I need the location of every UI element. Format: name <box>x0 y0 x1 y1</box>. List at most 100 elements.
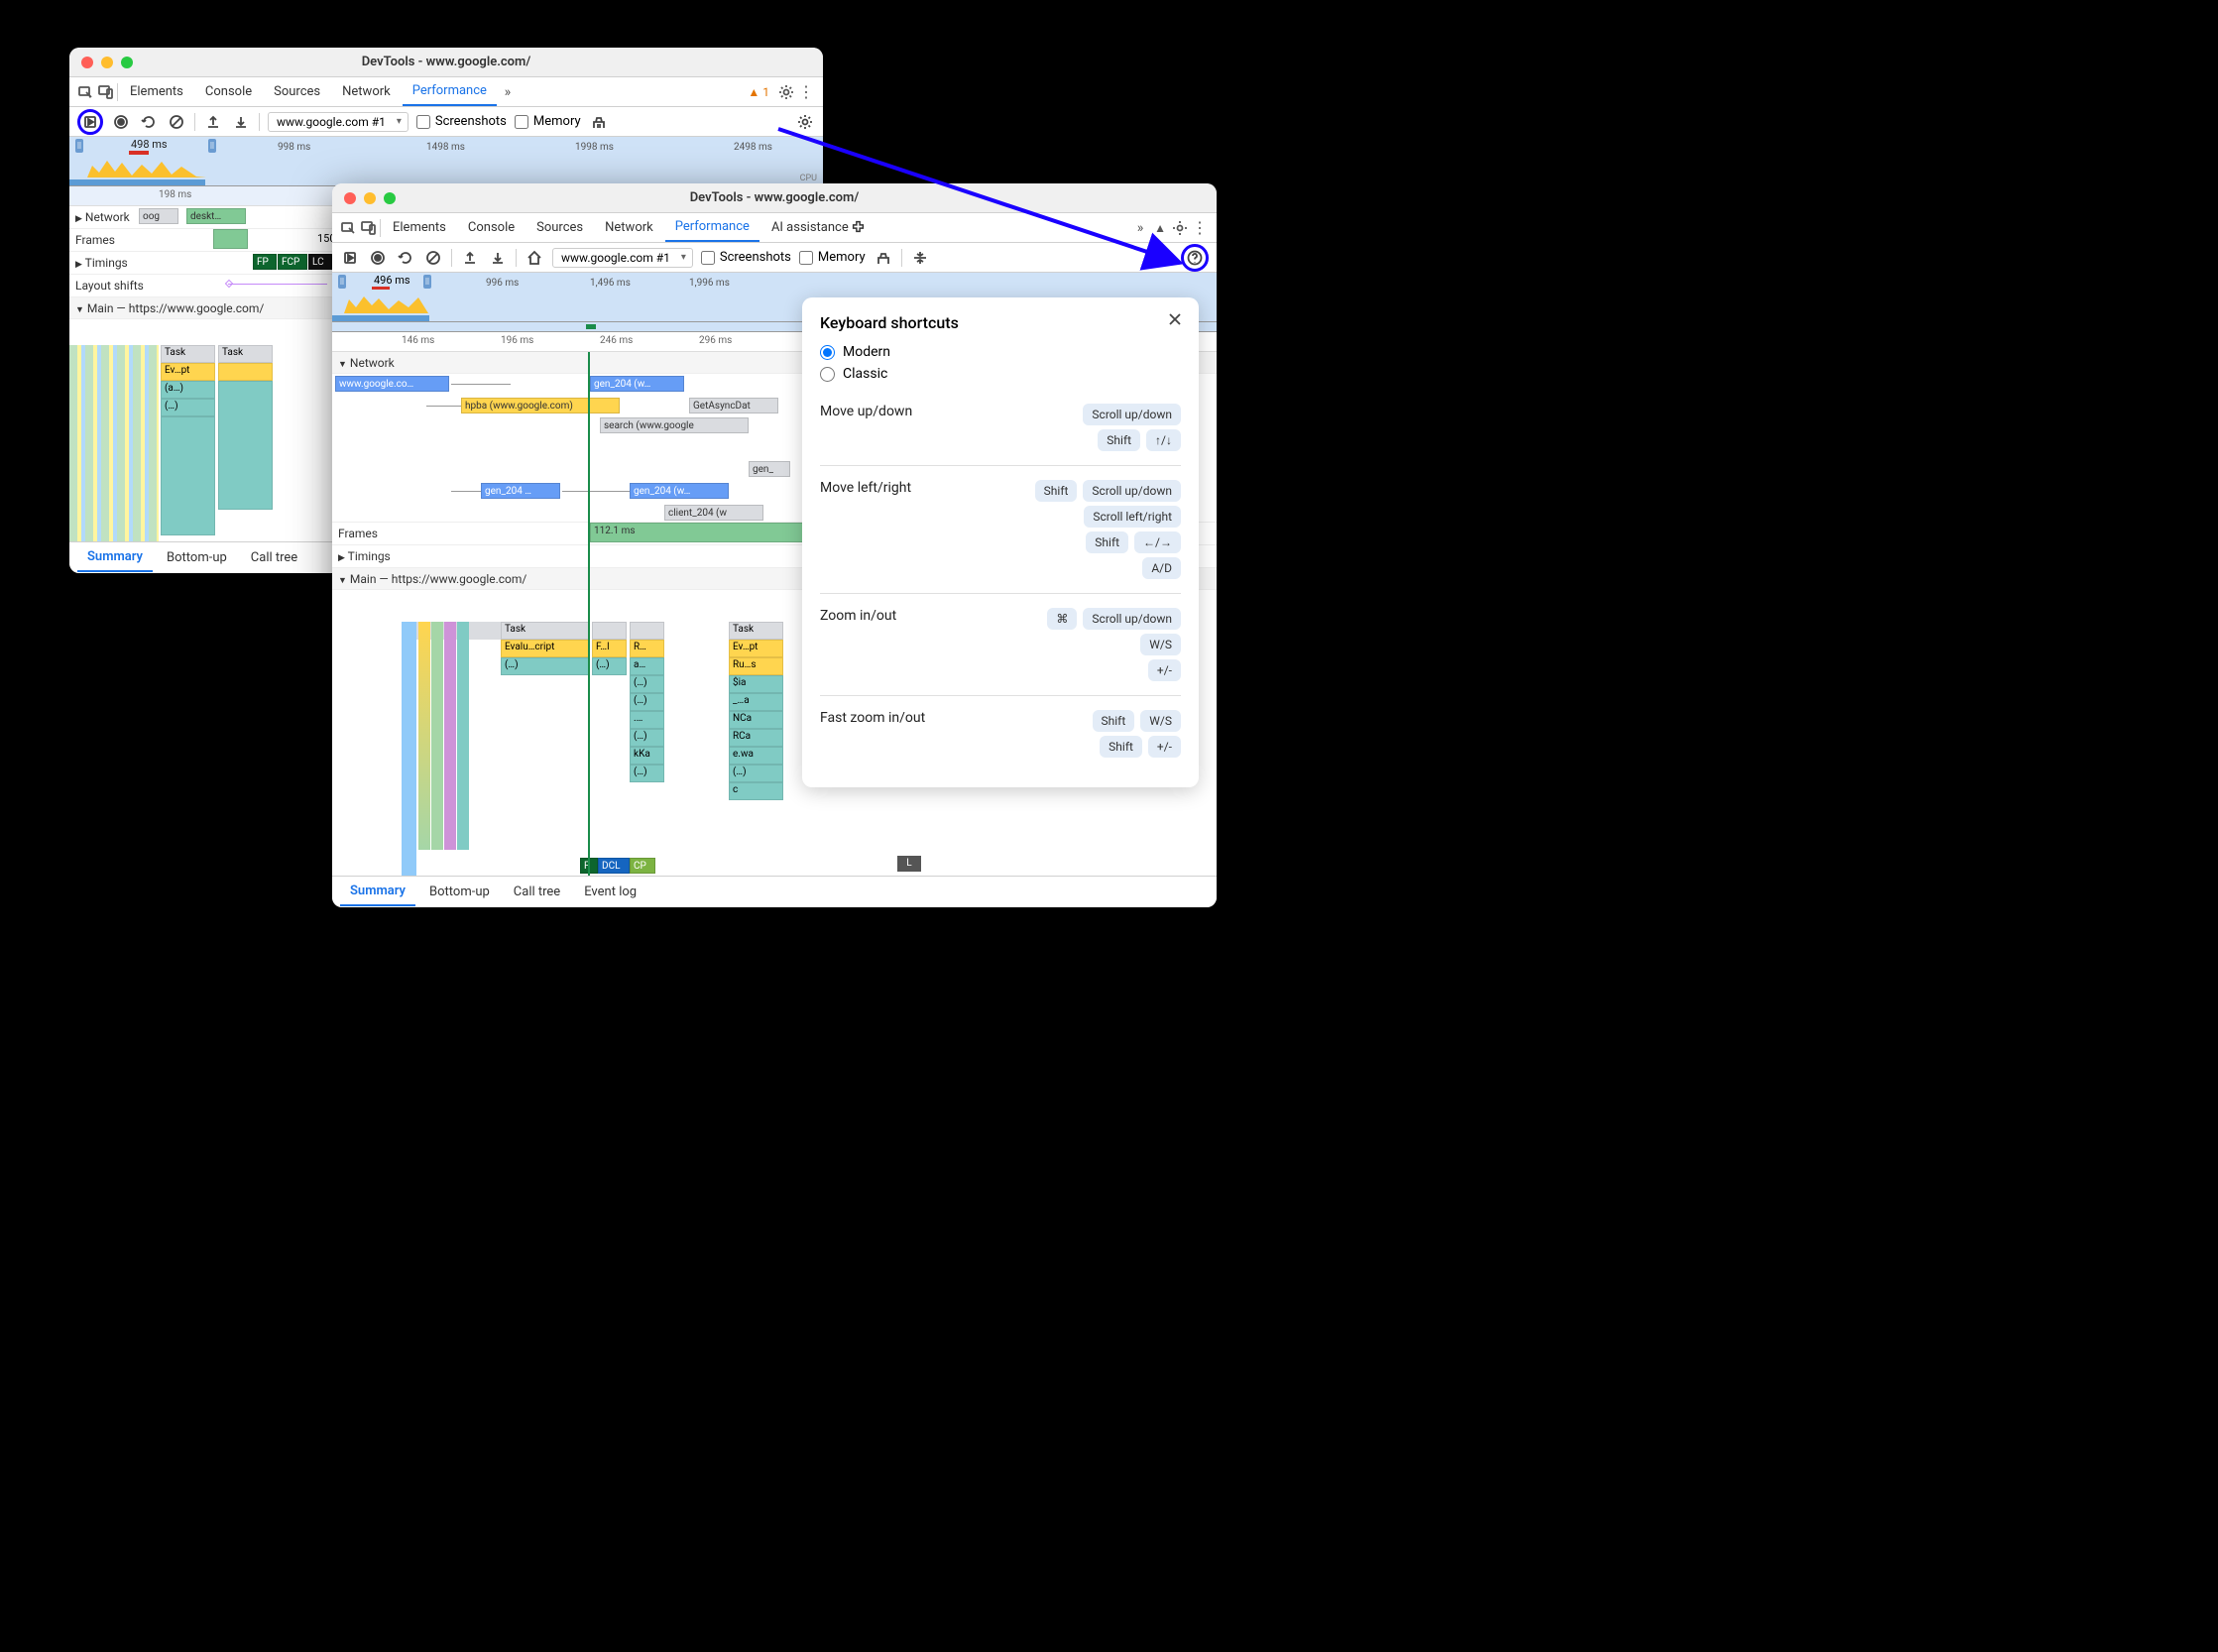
footer-bottomup[interactable]: Bottom-up <box>419 879 500 905</box>
flame-cell[interactable]: (…) <box>630 675 664 693</box>
collect-garbage-icon[interactable] <box>874 248 893 268</box>
tab-sources[interactable]: Sources <box>264 78 330 105</box>
flame-cell[interactable]: Ru…s <box>729 657 783 675</box>
close-window-button[interactable] <box>81 57 93 68</box>
footer-summary[interactable]: Summary <box>77 543 153 572</box>
flame-cell[interactable]: .… <box>630 711 664 729</box>
recording-select[interactable]: www.google.com #1 <box>552 248 693 268</box>
flame-cell[interactable]: $ia <box>729 675 783 693</box>
flame-cell[interactable]: c <box>729 782 783 800</box>
settings-icon[interactable] <box>777 83 795 101</box>
device-toolbar-icon[interactable] <box>360 219 378 237</box>
flame-cell[interactable]: (…) <box>592 657 627 675</box>
record-reload-button[interactable] <box>77 109 103 135</box>
flame-cell[interactable] <box>630 622 664 640</box>
zoom-window-button[interactable] <box>121 57 133 68</box>
footer-summary[interactable]: Summary <box>340 878 415 906</box>
range-handle-left[interactable]: || <box>338 275 346 289</box>
flame-cell[interactable]: Evalu…cript <box>501 640 590 657</box>
minimize-window-button[interactable] <box>101 57 113 68</box>
radio-modern[interactable]: Modern <box>820 344 1181 360</box>
flame-cell[interactable]: (…) <box>630 693 664 711</box>
shortcut-key: W/S <box>1140 710 1181 732</box>
warning-icon[interactable]: ▲ <box>1151 219 1169 237</box>
flame-cell[interactable] <box>592 622 627 640</box>
close-window-button[interactable] <box>344 192 356 204</box>
panel-settings-icon[interactable] <box>1153 248 1173 268</box>
footer-eventlog[interactable]: Event log <box>574 879 646 905</box>
minimize-window-button[interactable] <box>364 192 376 204</box>
inspect-icon[interactable] <box>77 83 95 101</box>
flame-cell[interactable]: kKa <box>630 747 664 765</box>
flame-cell[interactable]: (…) <box>630 765 664 782</box>
kebab-menu-icon[interactable]: ⋮ <box>1191 219 1209 237</box>
radio-classic[interactable]: Classic <box>820 366 1181 382</box>
flame-cell[interactable]: a… <box>630 657 664 675</box>
inspect-icon[interactable] <box>340 219 358 237</box>
record-button[interactable] <box>111 112 131 132</box>
footer-calltree[interactable]: Call tree <box>241 544 307 571</box>
flame-cell[interactable]: Task <box>501 622 590 640</box>
download-icon[interactable] <box>231 112 251 132</box>
home-icon[interactable] <box>525 248 544 268</box>
record-reload-button[interactable] <box>340 248 360 268</box>
flame-cell[interactable]: R… <box>630 640 664 657</box>
flame-cell[interactable]: _…a <box>729 693 783 711</box>
more-tabs-icon[interactable]: » <box>499 83 517 101</box>
flame-cell[interactable]: Ev…pt <box>729 640 783 657</box>
timeline-overview[interactable]: || || 498 ms 998 ms 1498 ms 1998 ms 2498… <box>69 137 823 186</box>
tab-network[interactable]: Network <box>595 214 663 241</box>
flame-cell[interactable]: NCa <box>729 711 783 729</box>
zoom-window-button[interactable] <box>384 192 396 204</box>
tab-console[interactable]: Console <box>195 78 262 105</box>
device-toolbar-icon[interactable] <box>97 83 115 101</box>
upload-icon[interactable] <box>203 112 223 132</box>
upload-icon[interactable] <box>460 248 480 268</box>
flame-cell[interactable]: RCa <box>729 729 783 747</box>
tab-console[interactable]: Console <box>458 214 525 241</box>
flame-cell[interactable]: F…l <box>592 640 627 657</box>
reload-button[interactable] <box>396 248 415 268</box>
warning-badge[interactable]: ▲ 1 <box>742 85 775 99</box>
range-handle-right[interactable]: || <box>423 275 431 289</box>
footer-bottomup[interactable]: Bottom-up <box>157 544 237 571</box>
reload-button[interactable] <box>139 112 159 132</box>
clear-button[interactable] <box>167 112 186 132</box>
window-title: DevTools - www.google.com/ <box>332 190 1217 205</box>
record-button[interactable] <box>368 248 388 268</box>
shortcut-key: Scroll up/down <box>1083 404 1181 425</box>
tab-network[interactable]: Network <box>332 78 401 105</box>
tab-sources[interactable]: Sources <box>526 214 593 241</box>
tab-performance[interactable]: Performance <box>665 213 759 242</box>
kebab-menu-icon[interactable]: ⋮ <box>797 83 815 101</box>
download-icon[interactable] <box>488 248 508 268</box>
close-icon[interactable] <box>1167 311 1185 329</box>
flame-cell[interactable]: e.wa <box>729 747 783 765</box>
flame-cell[interactable]: (…) <box>729 765 783 782</box>
shortcuts-help-button[interactable] <box>1181 244 1209 272</box>
overview-marker <box>129 151 149 155</box>
shortcuts-popup: Keyboard shortcuts Modern Classic Move u… <box>802 297 1199 787</box>
flame-cell[interactable]: Task <box>729 622 783 640</box>
range-handle-left[interactable]: || <box>75 139 83 153</box>
clear-button[interactable] <box>423 248 443 268</box>
recording-select[interactable]: www.google.com #1 <box>268 112 409 132</box>
screenshots-checkbox[interactable]: Screenshots <box>701 250 791 265</box>
flame-cell[interactable]: (…) <box>501 657 590 675</box>
tab-elements[interactable]: Elements <box>383 214 456 241</box>
tab-performance[interactable]: Performance <box>403 77 497 106</box>
tab-ai[interactable]: AI assistance <box>761 214 875 241</box>
settings-icon[interactable] <box>1171 219 1189 237</box>
more-tabs-icon[interactable]: » <box>1131 219 1149 237</box>
range-handle-right[interactable]: || <box>208 139 216 153</box>
tab-elements[interactable]: Elements <box>120 78 193 105</box>
memory-checkbox[interactable]: Memory <box>515 114 581 129</box>
shortcut-key: Shift <box>1100 736 1142 758</box>
panel-settings-icon[interactable] <box>795 112 815 132</box>
flame-cell[interactable]: (…) <box>630 729 664 747</box>
screenshots-checkbox[interactable]: Screenshots <box>416 114 507 129</box>
collect-garbage-icon[interactable] <box>589 112 609 132</box>
footer-calltree[interactable]: Call tree <box>504 879 570 905</box>
memory-checkbox[interactable]: Memory <box>799 250 866 265</box>
collapse-icon[interactable] <box>910 248 930 268</box>
